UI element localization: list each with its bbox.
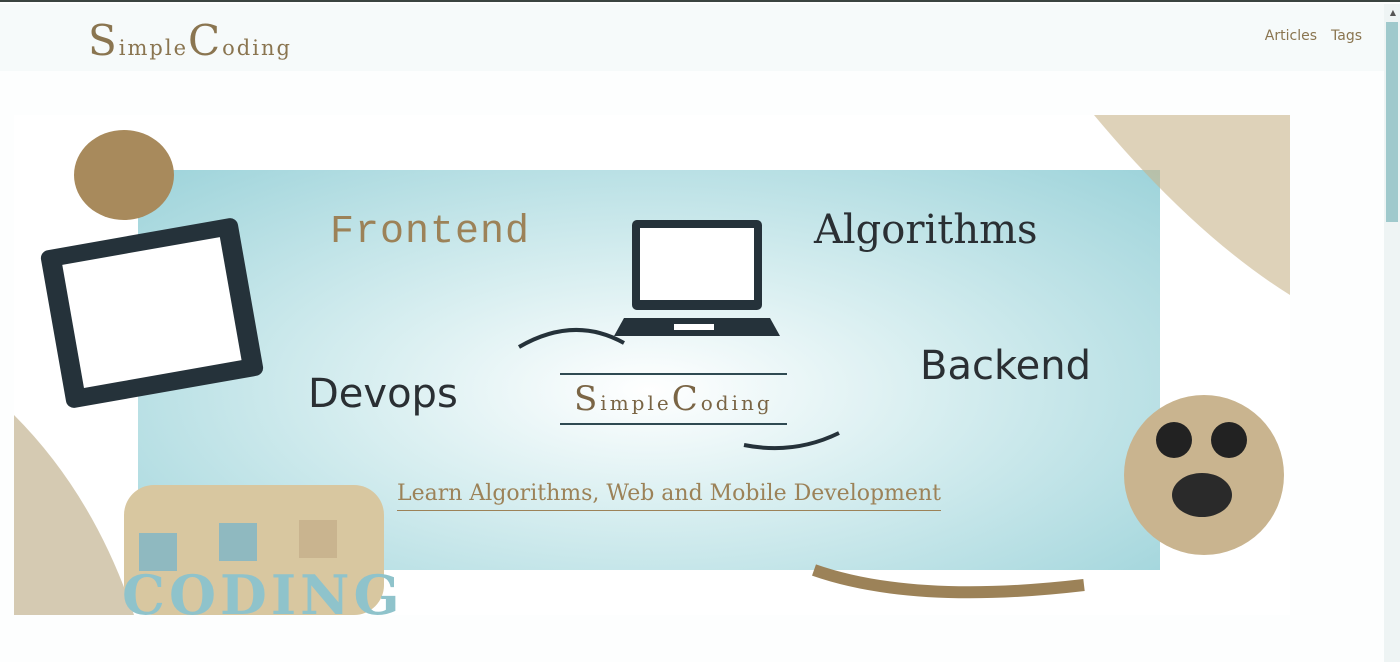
scrollbar-thumb[interactable]: [1386, 22, 1398, 222]
logo-c: C: [188, 16, 223, 65]
banner-tagline: Learn Algorithms, Web and Mobile Develop…: [397, 481, 941, 511]
dog-with-tablet-icon: [40, 130, 264, 408]
banner-logo: SimpleCoding: [560, 373, 787, 425]
logo-imple: imple: [118, 36, 188, 60]
scroll-up-arrow-icon[interactable]: ▲: [1390, 8, 1396, 17]
nav-links: Articles Tags: [1265, 28, 1362, 44]
logo-oding: oding: [222, 36, 292, 60]
banner-logo-oding: oding: [700, 391, 773, 415]
nav-tags-link[interactable]: Tags: [1331, 28, 1362, 44]
banner-illustrations: [14, 115, 1290, 615]
palm-leaf-bottom-left-icon: [14, 415, 134, 615]
laptop-icon: [614, 220, 780, 336]
nav-articles-link[interactable]: Articles: [1265, 28, 1317, 44]
navbar: SimpleCoding Articles Tags: [0, 4, 1384, 71]
vertical-scrollbar[interactable]: ▲: [1384, 4, 1400, 662]
topic-algorithms: Algorithms: [814, 207, 1038, 253]
banner-logo-imple: imple: [600, 391, 672, 415]
topic-devops: Devops: [308, 371, 458, 417]
topic-backend: Backend: [920, 343, 1092, 389]
logo-s: S: [88, 16, 119, 65]
banner-logo-c: C: [671, 379, 701, 419]
hero-banner-image: Frontend Algorithms Devops Backend Simpl…: [14, 115, 1290, 615]
topic-frontend: Frontend: [330, 210, 531, 255]
coding-letters: CODING: [122, 563, 404, 615]
banner-logo-s: S: [574, 379, 601, 419]
pug-with-glasses-icon: [1124, 395, 1284, 555]
site-logo[interactable]: SimpleCoding: [88, 16, 292, 65]
palm-leaf-top-right-icon: [1094, 115, 1290, 295]
